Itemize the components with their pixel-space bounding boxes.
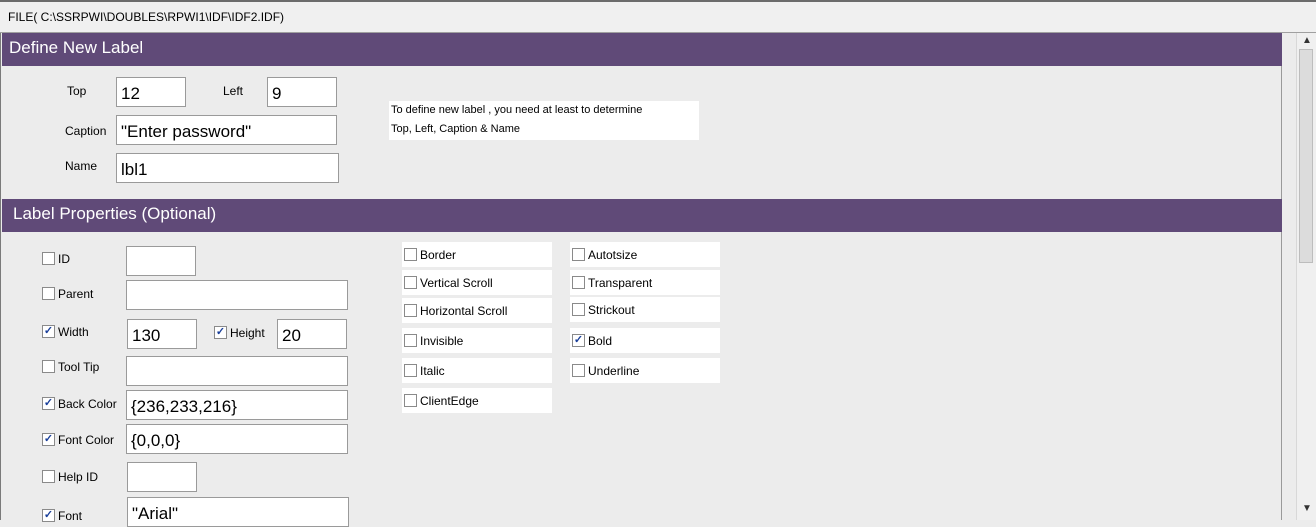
option-autosize[interactable]: Autotsize: [570, 242, 720, 267]
help-id-checkbox[interactable]: [42, 470, 55, 483]
option-vertical-scroll-label: Vertical Scroll: [420, 276, 493, 290]
name-label: Name: [65, 159, 98, 173]
info-line-1: To define new label , you need at least …: [391, 104, 643, 116]
scrollbar-thumb[interactable]: [1299, 49, 1313, 263]
option-invisible[interactable]: Invisible: [402, 328, 552, 353]
left-label: Left: [223, 84, 244, 98]
option-invisible-checkbox[interactable]: [404, 334, 417, 347]
width-checkbox[interactable]: ✓: [42, 325, 55, 338]
define-label-header: Define New Label: [2, 33, 1282, 66]
back-color-input[interactable]: {236,233,216}: [126, 390, 348, 420]
top-input[interactable]: 12: [116, 77, 186, 107]
option-italic-label: Italic: [420, 364, 445, 378]
parent-input[interactable]: [126, 280, 348, 310]
font-color-input[interactable]: {0,0,0}: [126, 424, 348, 454]
option-autosize-label: Autotsize: [588, 248, 638, 262]
option-vertical-scroll-checkbox[interactable]: [404, 276, 417, 289]
width-input[interactable]: 130: [127, 319, 197, 349]
option-invisible-label: Invisible: [420, 334, 464, 348]
name-input[interactable]: lbl1: [116, 153, 339, 183]
height-label: Height: [230, 326, 265, 340]
back-color-label: Back Color: [58, 397, 117, 411]
option-transparent-checkbox[interactable]: [572, 276, 585, 289]
info-line-2: Top, Left, Caption & Name: [391, 123, 521, 135]
id-label: ID: [58, 252, 70, 266]
help-id-label: Help ID: [58, 470, 99, 484]
window-titlebar: FILE( C:\SSRPWI\DOUBLES\RPWI1\IDF\IDF2.I…: [0, 0, 1316, 33]
label-properties-header: Label Properties (Optional): [2, 199, 1282, 232]
window-title: FILE( C:\SSRPWI\DOUBLES\RPWI1\IDF\IDF2.I…: [8, 10, 285, 24]
option-border[interactable]: Border: [402, 242, 552, 267]
width-label: Width: [58, 325, 89, 339]
font-color-label: Font Color: [58, 433, 115, 447]
option-clientedge-checkbox[interactable]: [404, 394, 417, 407]
option-strickout-label: Strickout: [588, 303, 635, 317]
option-bold-checkbox[interactable]: ✓: [572, 334, 585, 347]
caption-input[interactable]: "Enter password": [116, 115, 337, 145]
panel-divider: [1281, 33, 1282, 520]
option-underline-label: Underline: [588, 364, 640, 378]
option-strickout-checkbox[interactable]: [572, 303, 585, 316]
define-label-header-text: Define New Label: [9, 38, 144, 57]
caption-label: Caption: [65, 124, 107, 138]
height-checkbox[interactable]: ✓: [214, 326, 227, 339]
top-label: Top: [67, 84, 87, 98]
font-label: Font: [58, 509, 83, 523]
parent-label: Parent: [58, 287, 94, 301]
option-transparent[interactable]: Transparent: [570, 270, 720, 295]
parent-checkbox[interactable]: [42, 287, 55, 300]
tooltip-input[interactable]: [126, 356, 348, 386]
option-bold[interactable]: ✓ Bold: [570, 328, 720, 353]
tooltip-checkbox[interactable]: [42, 360, 55, 373]
font-input[interactable]: "Arial": [127, 497, 349, 527]
info-box: To define new label , you need at least …: [389, 101, 699, 140]
option-border-checkbox[interactable]: [404, 248, 417, 261]
font-color-checkbox[interactable]: ✓: [42, 433, 55, 446]
form-panel: Define New Label Top 12 Left 9 Caption "…: [0, 33, 1296, 527]
scroll-down-icon[interactable]: ▼: [1302, 503, 1312, 514]
option-horizontal-scroll-label: Horizontal Scroll: [420, 304, 508, 318]
option-strickout[interactable]: Strickout: [570, 297, 720, 322]
vertical-scrollbar[interactable]: ▲ ▼: [1296, 33, 1316, 520]
left-input[interactable]: 9: [267, 77, 337, 107]
option-transparent-label: Transparent: [588, 276, 653, 290]
option-border-label: Border: [420, 248, 457, 262]
option-horizontal-scroll-checkbox[interactable]: [404, 304, 417, 317]
font-checkbox[interactable]: ✓: [42, 509, 55, 522]
option-clientedge[interactable]: ClientEdge: [402, 388, 552, 413]
scroll-up-icon[interactable]: ▲: [1302, 35, 1312, 46]
option-horizontal-scroll[interactable]: Horizontal Scroll: [402, 298, 552, 323]
id-checkbox[interactable]: [42, 252, 55, 265]
id-input[interactable]: [126, 246, 196, 276]
height-input[interactable]: 20: [277, 319, 347, 349]
option-bold-label: Bold: [588, 334, 613, 348]
option-clientedge-label: ClientEdge: [420, 394, 479, 408]
option-italic[interactable]: Italic: [402, 358, 552, 383]
option-vertical-scroll[interactable]: Vertical Scroll: [402, 270, 552, 295]
option-underline-checkbox[interactable]: [572, 364, 585, 377]
option-italic-checkbox[interactable]: [404, 364, 417, 377]
help-id-input[interactable]: [127, 462, 197, 492]
option-underline[interactable]: Underline: [570, 358, 720, 383]
tooltip-label: Tool Tip: [58, 360, 100, 374]
back-color-checkbox[interactable]: ✓: [42, 397, 55, 410]
option-autosize-checkbox[interactable]: [572, 248, 585, 261]
label-properties-header-text: Label Properties (Optional): [13, 204, 217, 223]
